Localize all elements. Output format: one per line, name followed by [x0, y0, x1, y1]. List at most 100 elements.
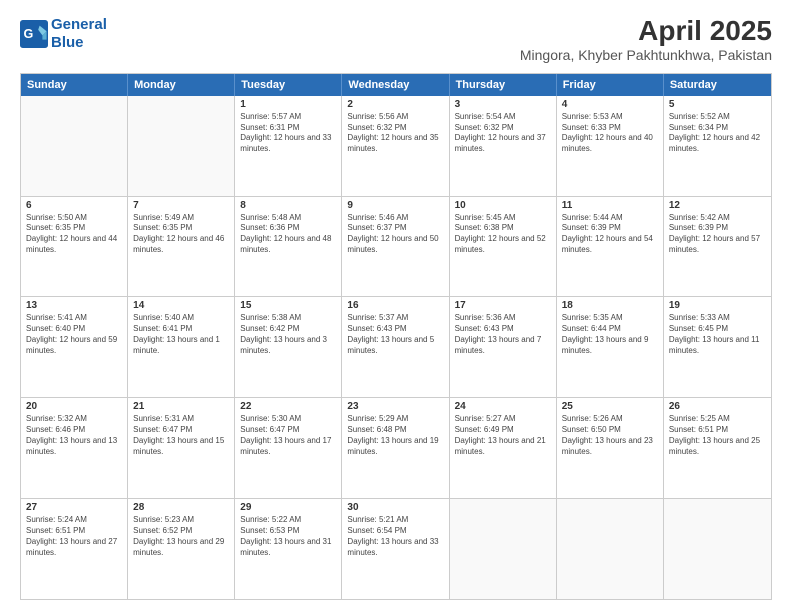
day-number: 9: [347, 200, 443, 211]
calendar-row: 1 Sunrise: 5:57 AMSunset: 6:31 PMDaylight…: [21, 96, 771, 197]
calendar-row: 27Sunrise: 5:24 AMSunset: 6:51 PMDayligh…: [21, 499, 771, 599]
calendar-cell: 6Sunrise: 5:50 AMSunset: 6:35 PMDaylight…: [21, 197, 128, 297]
calendar-header-cell: Monday: [128, 74, 235, 96]
cell-info: Sunrise: 5:36 AMSunset: 6:43 PMDaylight:…: [455, 313, 551, 356]
calendar-row: 6Sunrise: 5:50 AMSunset: 6:35 PMDaylight…: [21, 197, 771, 298]
cell-info: Sunrise: 5:32 AMSunset: 6:46 PMDaylight:…: [26, 414, 122, 457]
cell-info: Sunrise: 5:31 AMSunset: 6:47 PMDaylight:…: [133, 414, 229, 457]
calendar-cell: 20 Sunrise: 5:32 AMSunset: 6:46 PMDayligh…: [21, 398, 128, 498]
calendar-cell: 16Sunrise: 5:37 AMSunset: 6:43 PMDayligh…: [342, 297, 449, 397]
day-number: 30: [347, 502, 443, 513]
day-number: 6: [26, 200, 122, 211]
cell-info: Sunrise: 5:26 AMSunset: 6:50 PMDaylight:…: [562, 414, 658, 457]
day-number: 5: [669, 99, 766, 110]
day-number: 20: [26, 401, 122, 412]
logo-blue: Blue: [51, 34, 84, 51]
calendar-cell: 10 Sunrise: 5:45 AMSunset: 6:38 PMDayligh…: [450, 197, 557, 297]
day-number: 10: [455, 200, 551, 211]
calendar-cell: [128, 96, 235, 196]
calendar-cell: 27Sunrise: 5:24 AMSunset: 6:51 PMDayligh…: [21, 499, 128, 599]
day-number: 14: [133, 300, 229, 311]
cell-info: Sunrise: 5:41 AMSunset: 6:40 PMDaylight:…: [26, 313, 122, 356]
calendar-cell: 25 Sunrise: 5:26 AMSunset: 6:50 PMDayligh…: [557, 398, 664, 498]
calendar-cell: 11Sunrise: 5:44 AMSunset: 6:39 PMDayligh…: [557, 197, 664, 297]
cell-info: Sunrise: 5:33 AMSunset: 6:45 PMDaylight:…: [669, 313, 766, 356]
cell-info: Sunrise: 5:38 AMSunset: 6:42 PMDaylight:…: [240, 313, 336, 356]
calendar-cell: 12 Sunrise: 5:42 AMSunset: 6:39 PMDayligh…: [664, 197, 771, 297]
calendar-row: 13Sunrise: 5:41 AMSunset: 6:40 PMDayligh…: [21, 297, 771, 398]
cell-info: Sunrise: 5:35 AMSunset: 6:44 PMDaylight:…: [562, 313, 658, 356]
calendar-header-row: SundayMondayTuesdayWednesdayThursdayFrid…: [21, 74, 771, 96]
calendar-row: 20 Sunrise: 5:32 AMSunset: 6:46 PMDayligh…: [21, 398, 771, 499]
calendar-cell: 19Sunrise: 5:33 AMSunset: 6:45 PMDayligh…: [664, 297, 771, 397]
calendar-cell: 15Sunrise: 5:38 AMSunset: 6:42 PMDayligh…: [235, 297, 342, 397]
day-number: 1: [240, 99, 336, 110]
calendar-header-cell: Tuesday: [235, 74, 342, 96]
calendar-header-cell: Saturday: [664, 74, 771, 96]
day-number: 27: [26, 502, 122, 513]
logo-icon: G: [20, 20, 48, 48]
page: G General Blue April 2025 Mingora, Khybe…: [0, 0, 792, 612]
day-number: 18: [562, 300, 658, 311]
day-number: 29: [240, 502, 336, 513]
cell-info: Sunrise: 5:45 AMSunset: 6:38 PMDaylight:…: [455, 213, 551, 256]
calendar-cell: 21 Sunrise: 5:31 AMSunset: 6:47 PMDayligh…: [128, 398, 235, 498]
day-number: 3: [455, 99, 551, 110]
calendar-cell: 7 Sunrise: 5:49 AMSunset: 6:35 PMDaylight…: [128, 197, 235, 297]
day-number: 12: [669, 200, 766, 211]
cell-info: Sunrise: 5:52 AMSunset: 6:34 PMDaylight:…: [669, 112, 766, 155]
cell-info: Sunrise: 5:23 AMSunset: 6:52 PMDaylight:…: [133, 515, 229, 558]
cell-info: Sunrise: 5:46 AMSunset: 6:37 PMDaylight:…: [347, 213, 443, 256]
calendar-cell: [450, 499, 557, 599]
logo-text: General Blue: [51, 16, 107, 52]
calendar-header-cell: Wednesday: [342, 74, 449, 96]
day-number: 21: [133, 401, 229, 412]
day-number: 7: [133, 200, 229, 211]
cell-info: Sunrise: 5:27 AMSunset: 6:49 PMDaylight:…: [455, 414, 551, 457]
calendar-cell: 3 Sunrise: 5:54 AMSunset: 6:32 PMDaylight…: [450, 96, 557, 196]
day-number: 28: [133, 502, 229, 513]
day-number: 8: [240, 200, 336, 211]
cell-info: Sunrise: 5:56 AMSunset: 6:32 PMDaylight:…: [347, 112, 443, 155]
calendar-cell: 29 Sunrise: 5:22 AMSunset: 6:53 PMDayligh…: [235, 499, 342, 599]
cell-info: Sunrise: 5:37 AMSunset: 6:43 PMDaylight:…: [347, 313, 443, 356]
calendar-cell: 13Sunrise: 5:41 AMSunset: 6:40 PMDayligh…: [21, 297, 128, 397]
logo: G General Blue: [20, 16, 107, 52]
calendar-cell: 14 Sunrise: 5:40 AMSunset: 6:41 PMDayligh…: [128, 297, 235, 397]
cell-info: Sunrise: 5:53 AMSunset: 6:33 PMDaylight:…: [562, 112, 658, 155]
cell-info: Sunrise: 5:22 AMSunset: 6:53 PMDaylight:…: [240, 515, 336, 558]
calendar-cell: [664, 499, 771, 599]
calendar-header-cell: Friday: [557, 74, 664, 96]
calendar-cell: 26Sunrise: 5:25 AMSunset: 6:51 PMDayligh…: [664, 398, 771, 498]
calendar-cell: 17Sunrise: 5:36 AMSunset: 6:43 PMDayligh…: [450, 297, 557, 397]
cell-info: Sunrise: 5:29 AMSunset: 6:48 PMDaylight:…: [347, 414, 443, 457]
cell-info: Sunrise: 5:42 AMSunset: 6:39 PMDaylight:…: [669, 213, 766, 256]
header: G General Blue April 2025 Mingora, Khybe…: [20, 16, 772, 63]
day-number: 26: [669, 401, 766, 412]
calendar-header-cell: Thursday: [450, 74, 557, 96]
calendar-cell: 30Sunrise: 5:21 AMSunset: 6:54 PMDayligh…: [342, 499, 449, 599]
calendar-cell: 2 Sunrise: 5:56 AMSunset: 6:32 PMDaylight…: [342, 96, 449, 196]
calendar-cell: 8 Sunrise: 5:48 AMSunset: 6:36 PMDaylight…: [235, 197, 342, 297]
calendar-cell: 5 Sunrise: 5:52 AMSunset: 6:34 PMDaylight…: [664, 96, 771, 196]
cell-info: Sunrise: 5:49 AMSunset: 6:35 PMDaylight:…: [133, 213, 229, 256]
calendar-cell: 9 Sunrise: 5:46 AMSunset: 6:37 PMDaylight…: [342, 197, 449, 297]
cell-info: Sunrise: 5:54 AMSunset: 6:32 PMDaylight:…: [455, 112, 551, 155]
cell-info: Sunrise: 5:57 AMSunset: 6:31 PMDaylight:…: [240, 112, 336, 155]
calendar-cell: 28 Sunrise: 5:23 AMSunset: 6:52 PMDayligh…: [128, 499, 235, 599]
page-title: April 2025: [520, 16, 772, 47]
calendar-cell: 24Sunrise: 5:27 AMSunset: 6:49 PMDayligh…: [450, 398, 557, 498]
day-number: 11: [562, 200, 658, 211]
calendar-body: 1 Sunrise: 5:57 AMSunset: 6:31 PMDaylight…: [21, 96, 771, 599]
page-subtitle: Mingora, Khyber Pakhtunkhwa, Pakistan: [520, 47, 772, 63]
cell-info: Sunrise: 5:48 AMSunset: 6:36 PMDaylight:…: [240, 213, 336, 256]
day-number: 25: [562, 401, 658, 412]
cell-info: Sunrise: 5:30 AMSunset: 6:47 PMDaylight:…: [240, 414, 336, 457]
calendar-cell: 22Sunrise: 5:30 AMSunset: 6:47 PMDayligh…: [235, 398, 342, 498]
calendar-cell: 1 Sunrise: 5:57 AMSunset: 6:31 PMDaylight…: [235, 96, 342, 196]
calendar-cell: [21, 96, 128, 196]
day-number: 2: [347, 99, 443, 110]
calendar-cell: [557, 499, 664, 599]
svg-text:G: G: [24, 27, 34, 41]
cell-info: Sunrise: 5:40 AMSunset: 6:41 PMDaylight:…: [133, 313, 229, 356]
